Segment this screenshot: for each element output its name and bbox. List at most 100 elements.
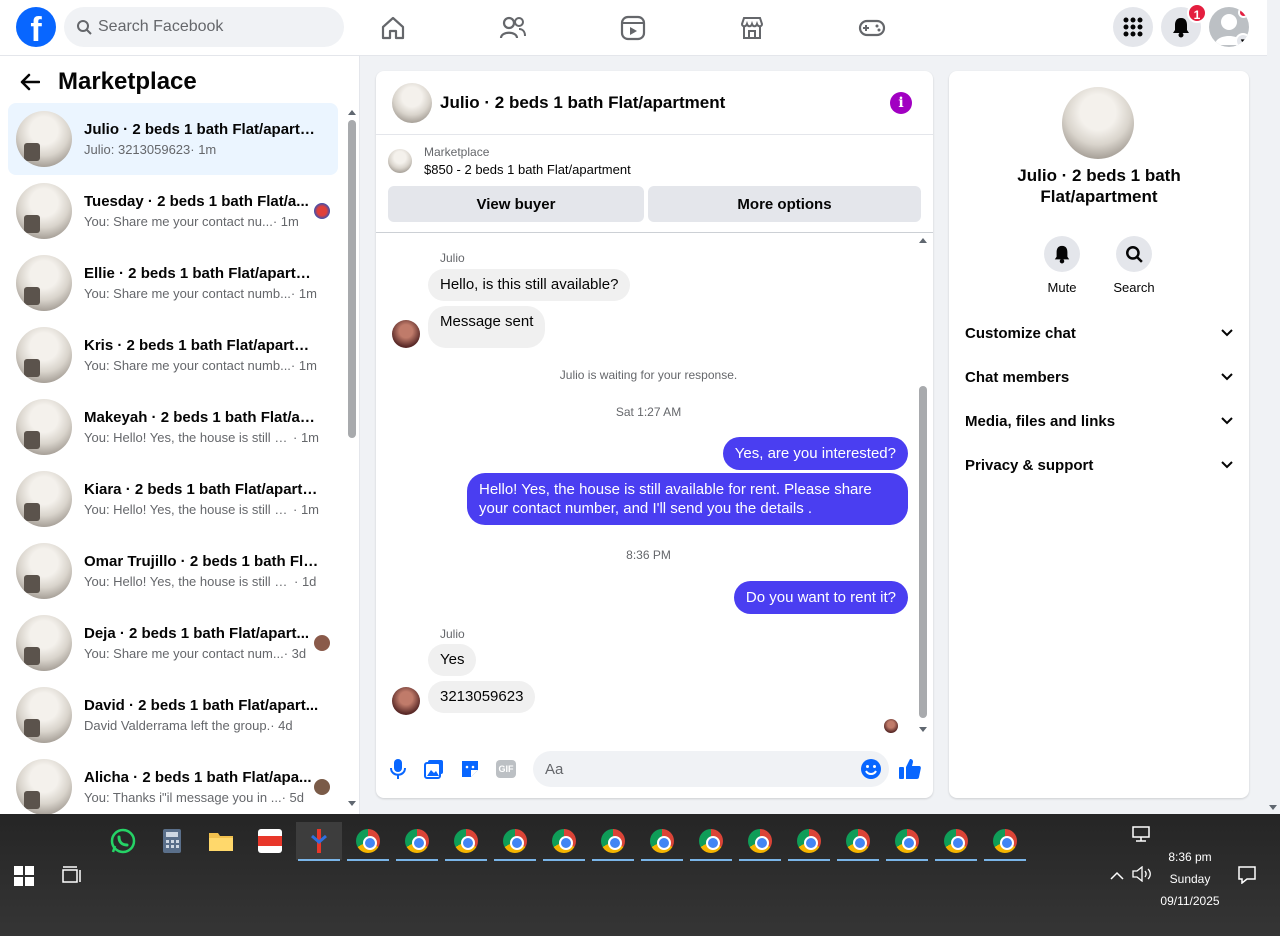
search-label: Search bbox=[1113, 280, 1155, 295]
back-arrow-icon[interactable] bbox=[20, 73, 40, 91]
scroll-up-arrow[interactable] bbox=[919, 238, 927, 243]
info-icon[interactable]: i bbox=[890, 92, 912, 114]
chrome-profile-icon[interactable] bbox=[933, 822, 979, 861]
outgoing-message[interactable]: Yes, are you interested? bbox=[722, 437, 908, 470]
scrollbar-thumb[interactable] bbox=[348, 120, 356, 438]
search-input[interactable] bbox=[98, 18, 318, 36]
menu-grid-button[interactable] bbox=[1113, 7, 1153, 47]
conversation-item[interactable]: Ellie · 2 beds 1 bath Flat/apartm... You… bbox=[8, 247, 338, 319]
mute-button[interactable]: Mute bbox=[1032, 236, 1092, 295]
chrome-profile-icon[interactable] bbox=[590, 822, 636, 861]
chrome-profile-icon[interactable] bbox=[492, 822, 538, 861]
chat-members-section[interactable]: Chat members bbox=[965, 365, 1233, 389]
conversation-item[interactable]: Alicha · 2 beds 1 bath Flat/apa... You: … bbox=[8, 751, 338, 823]
image-icon[interactable] bbox=[422, 757, 446, 781]
chrome-profile-icon[interactable] bbox=[541, 822, 587, 861]
listing-thumbnail bbox=[16, 759, 72, 815]
windows-start-icon[interactable] bbox=[14, 866, 34, 891]
scrollbar-thumb[interactable] bbox=[919, 386, 927, 718]
chrome-profile-icon[interactable] bbox=[835, 822, 881, 861]
chrome-profile-icon[interactable] bbox=[394, 822, 440, 861]
privacy-support-section[interactable]: Privacy & support bbox=[965, 453, 1233, 477]
section-label: Customize chat bbox=[965, 324, 1076, 342]
conversation-preview: David Valderrama left the group. bbox=[84, 718, 271, 733]
sender-avatar[interactable] bbox=[392, 687, 420, 715]
active-app-icon[interactable] bbox=[296, 822, 342, 861]
customize-chat-section[interactable]: Customize chat bbox=[965, 321, 1233, 345]
emoji-icon[interactable] bbox=[859, 757, 883, 781]
conversation-item[interactable]: Tuesday · 2 beds 1 bath Flat/a... You: S… bbox=[8, 175, 338, 247]
chat-avatar[interactable] bbox=[392, 82, 432, 123]
chevron-down-icon bbox=[1221, 329, 1233, 337]
chrome-profile-icon[interactable] bbox=[443, 822, 489, 861]
file-explorer-icon[interactable] bbox=[198, 822, 244, 860]
listing-thumbnail bbox=[16, 183, 72, 239]
conversation-time: · 1m bbox=[290, 358, 317, 373]
chrome-profile-icon[interactable] bbox=[345, 822, 391, 861]
conversation-item[interactable]: Makeyah · 2 beds 1 bath Flat/ap... You: … bbox=[8, 391, 338, 463]
outgoing-message[interactable]: Hello! Yes, the house is still available… bbox=[467, 473, 908, 525]
listing-price: $850 - 2 beds 1 bath Flat/apartment bbox=[424, 162, 631, 177]
video-icon[interactable] bbox=[619, 14, 647, 42]
chrome-profile-icon[interactable] bbox=[688, 822, 734, 861]
whatsapp-icon[interactable] bbox=[100, 822, 146, 860]
system-notice: Julio is waiting for your response. bbox=[559, 368, 738, 382]
network-icon[interactable] bbox=[1132, 826, 1150, 847]
gaming-icon[interactable] bbox=[858, 14, 886, 42]
outgoing-message[interactable]: Do you want to rent it? bbox=[733, 581, 908, 614]
message-input[interactable] bbox=[533, 751, 889, 787]
conversation-item[interactable]: David · 2 beds 1 bath Flat/apart... Davi… bbox=[8, 679, 338, 751]
scroll-up-arrow[interactable] bbox=[348, 110, 356, 115]
mic-icon[interactable] bbox=[386, 757, 410, 781]
sticker-icon[interactable] bbox=[458, 757, 482, 781]
media-files-links-section[interactable]: Media, files and links bbox=[965, 409, 1233, 433]
marketplace-icon[interactable] bbox=[738, 14, 766, 42]
scroll-down-arrow[interactable] bbox=[1269, 805, 1277, 810]
view-buyer-button[interactable]: View buyer bbox=[388, 186, 644, 222]
sender-avatar[interactable] bbox=[392, 320, 420, 348]
conversation-item[interactable]: Julio · 2 beds 1 bath Flat/apartm... Jul… bbox=[8, 103, 338, 175]
chrome-profile-icon[interactable] bbox=[737, 822, 783, 861]
chrome-profile-icon[interactable] bbox=[786, 822, 832, 861]
calculator-icon[interactable] bbox=[149, 822, 195, 860]
facebook-logo[interactable]: f bbox=[16, 7, 56, 47]
conversation-item[interactable]: Kris · 2 beds 1 bath Flat/apartme... You… bbox=[8, 319, 338, 391]
friends-icon[interactable] bbox=[499, 14, 527, 42]
more-options-button[interactable]: More options bbox=[648, 186, 921, 222]
conversation-name: Omar Trujillo · 2 beds 1 bath Flat... bbox=[84, 553, 319, 570]
page-scrollbar[interactable] bbox=[1267, 0, 1280, 814]
scroll-down-arrow[interactable] bbox=[348, 801, 356, 806]
conversation-item[interactable]: Kiara · 2 beds 1 bath Flat/apartm... You… bbox=[8, 463, 338, 535]
conversation-preview: You: Share me your contact num... bbox=[84, 646, 284, 661]
video-downloader-icon[interactable] bbox=[247, 822, 293, 860]
account-avatar[interactable]: ▾ bbox=[1209, 7, 1249, 47]
home-icon[interactable] bbox=[379, 14, 407, 42]
chevron-up-icon[interactable] bbox=[1110, 868, 1124, 886]
chrome-profile-icon[interactable] bbox=[982, 822, 1028, 861]
scroll-down-arrow[interactable] bbox=[919, 727, 927, 732]
taskbar-clock[interactable]: 8:36 pm Sunday 09/11/2025 bbox=[1150, 846, 1230, 912]
notification-center-icon[interactable] bbox=[1238, 866, 1256, 889]
volume-icon[interactable] bbox=[1132, 865, 1152, 887]
incoming-message[interactable]: Hello, is this still available? bbox=[428, 269, 631, 301]
conversation-item[interactable]: Omar Trujillo · 2 beds 1 bath Flat... Yo… bbox=[8, 535, 338, 607]
chrome-profile-icon[interactable] bbox=[884, 822, 930, 861]
incoming-message[interactable]: 3213059623 bbox=[428, 681, 536, 713]
mute-label: Mute bbox=[1047, 280, 1077, 295]
chat-scrollbar[interactable] bbox=[917, 236, 929, 734]
notifications-button[interactable]: 1 bbox=[1161, 3, 1207, 47]
chrome-profile-icon[interactable] bbox=[639, 822, 685, 861]
incoming-message[interactable]: Message sent bbox=[428, 306, 546, 348]
like-icon[interactable] bbox=[898, 757, 922, 781]
gif-icon[interactable]: GIF bbox=[494, 757, 518, 781]
incoming-message[interactable]: Yes bbox=[428, 644, 477, 676]
conversation-item[interactable]: Deja · 2 beds 1 bath Flat/apart... You: … bbox=[8, 607, 338, 679]
chat-title[interactable]: Julio · 2 beds 1 bath Flat/apartment bbox=[440, 93, 725, 113]
conversation-avatar[interactable] bbox=[1062, 87, 1134, 159]
search-box[interactable] bbox=[64, 7, 344, 47]
task-view-icon[interactable] bbox=[62, 866, 82, 891]
listing-thumbnail bbox=[16, 471, 72, 527]
sidebar-scrollbar[interactable] bbox=[346, 108, 358, 808]
search-conversation-button[interactable]: Search bbox=[1104, 236, 1164, 295]
chevron-down-icon[interactable]: ▾ bbox=[1235, 33, 1249, 47]
